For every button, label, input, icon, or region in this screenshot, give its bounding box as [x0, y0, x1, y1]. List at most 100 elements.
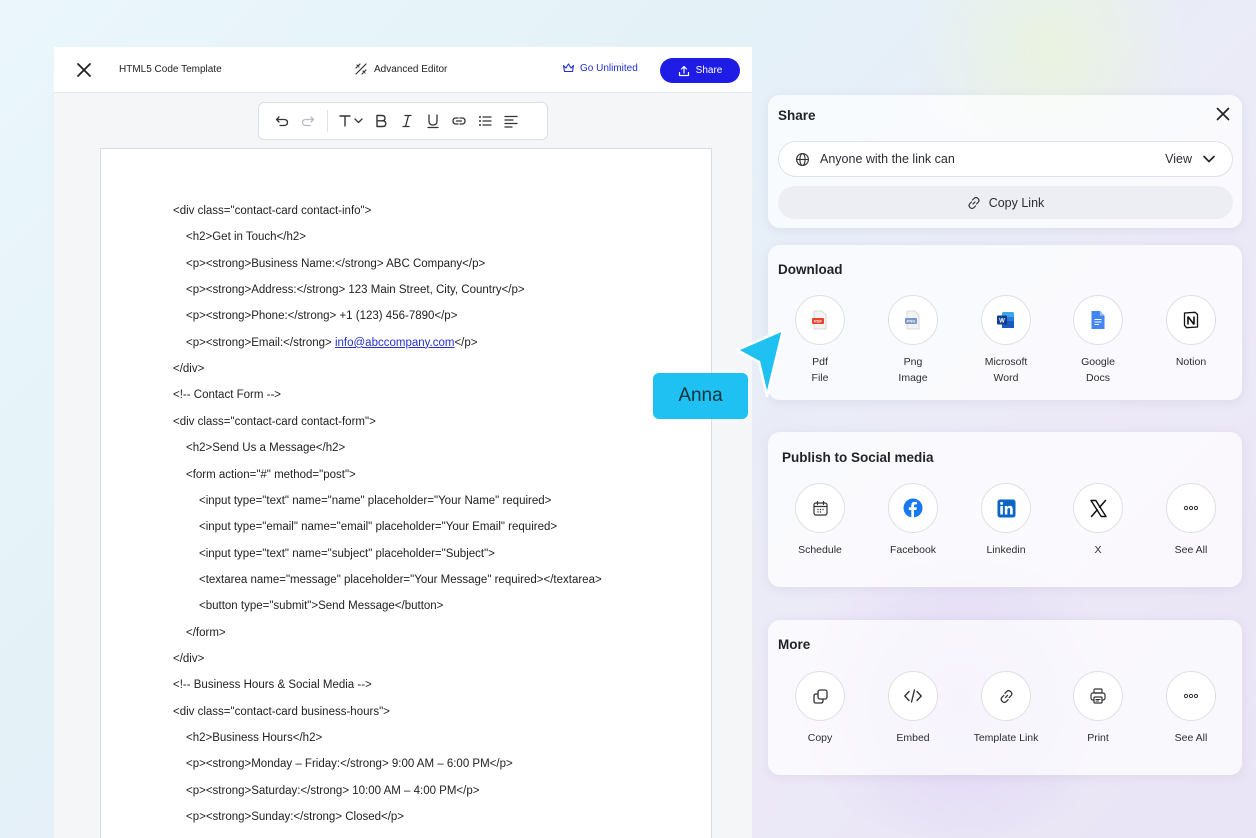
advanced-editor-label: Advanced Editor	[374, 63, 448, 75]
access-level-select[interactable]: View	[1165, 152, 1216, 166]
facebook-button[interactable]	[888, 483, 938, 533]
close-icon[interactable]	[74, 60, 94, 80]
more-template-link-option[interactable]: Template Link	[966, 671, 1046, 746]
redo-button[interactable]	[295, 108, 321, 134]
code-line: <p><strong>Address:</strong> 123 Main St…	[186, 284, 525, 296]
document-page[interactable]: <div class="contact-card contact-info"> <…	[100, 148, 712, 838]
bullet-list-button[interactable]	[472, 108, 498, 134]
print-button[interactable]	[1073, 671, 1123, 721]
social-facebook-option[interactable]: Facebook	[873, 483, 953, 558]
link-icon	[452, 117, 466, 125]
code-text: </form>	[186, 626, 226, 639]
linkedin-icon	[997, 499, 1015, 517]
align-button[interactable]	[498, 108, 524, 134]
link-access-dropdown[interactable]: Anyone with the link can View	[778, 141, 1233, 177]
download-word-option[interactable]: W Microsoft Word	[966, 295, 1046, 386]
social-linkedin-option[interactable]: Linkedin	[966, 483, 1046, 558]
more-see-all-button[interactable]	[1166, 671, 1216, 721]
code-line: <button type="submit">Send Message</butt…	[199, 600, 443, 612]
more-print-option[interactable]: Print	[1058, 671, 1138, 746]
download-google-docs-button[interactable]	[1073, 295, 1123, 345]
download-panel-title: Download	[778, 262, 843, 277]
download-option-line2: Image	[898, 372, 928, 384]
underline-icon	[427, 114, 439, 129]
underline-button[interactable]	[420, 108, 446, 134]
more-option-label: Embed	[896, 732, 930, 744]
code-text: <p><strong>Address:</strong> 123 Main St…	[186, 284, 525, 297]
copy-button[interactable]	[795, 671, 845, 721]
collaborator-name-badge: Anna	[653, 373, 748, 419]
code-text: </div>	[173, 363, 205, 376]
share-panel: Share Anyone with the link can View Copy…	[768, 95, 1242, 228]
code-line: </div>	[173, 363, 204, 375]
code-line: <form action="#" method="post">	[186, 469, 356, 481]
google-docs-icon	[1091, 311, 1105, 329]
svg-text:W: W	[999, 319, 1005, 325]
x-button[interactable]	[1073, 483, 1123, 533]
code-line: <input type="text" name="subject" placeh…	[199, 548, 495, 560]
more-see-all-option[interactable]: See All	[1151, 671, 1231, 746]
download-option-line2: Docs	[1086, 372, 1110, 384]
link-icon	[1000, 689, 1012, 703]
go-unlimited-button[interactable]: Go Unlimited	[562, 62, 638, 74]
email-link[interactable]: info@abccompany.com	[335, 337, 455, 349]
close-icon[interactable]	[1214, 105, 1232, 123]
code-text: <p><strong>Sunday:</strong> Closed</p>	[186, 811, 405, 824]
more-panel-title: More	[778, 637, 811, 652]
download-option-line1: Microsoft	[984, 356, 1028, 368]
formatting-toolbar	[258, 102, 548, 140]
code-text: <div class="contact-card business-hours"…	[173, 705, 390, 718]
advanced-editor-button[interactable]: Advanced Editor	[354, 62, 447, 76]
italic-button[interactable]	[394, 108, 420, 134]
copy-link-button[interactable]: Copy Link	[778, 186, 1233, 219]
download-notion-option[interactable]: Notion	[1151, 295, 1231, 370]
code-line: <!-- Business Hours & Social Media -->	[173, 679, 372, 691]
more-copy-option[interactable]: Copy	[780, 671, 860, 746]
embed-button[interactable]	[888, 671, 938, 721]
code-text: <!-- Contact Form -->	[173, 389, 281, 402]
code-line: <h2>Send Us a Message</h2>	[186, 442, 345, 454]
social-schedule-option[interactable]: Schedule	[780, 483, 860, 558]
schedule-button[interactable]	[795, 483, 845, 533]
text-style-dropdown[interactable]	[334, 108, 368, 134]
printer-icon	[1090, 688, 1106, 704]
social-see-all-option[interactable]: See All	[1151, 483, 1231, 558]
template-link-button[interactable]	[981, 671, 1031, 721]
download-png-button[interactable]: PNG	[888, 295, 938, 345]
social-x-option[interactable]: X	[1058, 483, 1138, 558]
code-line: <input type="email" name="email" placeho…	[199, 521, 557, 533]
embed-code-icon	[904, 689, 922, 703]
code-line: <div class="contact-card contact-form">	[173, 416, 376, 428]
code-line: <textarea name="message" placeholder="Yo…	[199, 574, 602, 586]
code-line: <p><strong>Saturday:</strong> 10:00 AM –…	[186, 785, 479, 797]
download-option-line1: Notion	[1175, 356, 1207, 368]
linkedin-button[interactable]	[981, 483, 1031, 533]
code-text: <p><strong>Phone:</strong> +1 (123) 456-…	[186, 310, 458, 323]
social-see-all-button[interactable]	[1166, 483, 1216, 533]
access-level-value: View	[1165, 152, 1192, 166]
editor-topbar: HTML5 Code Template Advanced Editor Go U…	[54, 47, 752, 93]
download-pdf-option[interactable]: PDF Pdf File	[780, 295, 860, 386]
more-embed-option[interactable]: Embed	[873, 671, 953, 746]
code-text: <h2>Send Us a Message</h2>	[186, 442, 346, 455]
code-line: <!-- Contact Form -->	[173, 389, 281, 401]
download-png-option[interactable]: PNG Png Image	[873, 295, 953, 386]
chevron-down-icon	[1203, 155, 1215, 163]
bold-icon	[376, 114, 387, 128]
insert-link-button[interactable]	[446, 108, 472, 134]
undo-button[interactable]	[269, 108, 295, 134]
more-options: Copy Embed Template Link Print See All	[768, 671, 1242, 771]
code-text: <!-- Business Hours & Social Media -->	[173, 679, 372, 692]
download-notion-button[interactable]	[1166, 295, 1216, 345]
facebook-icon	[903, 498, 923, 518]
share-button-label: Share	[695, 65, 723, 76]
download-word-button[interactable]: W	[981, 295, 1031, 345]
bold-button[interactable]	[368, 108, 394, 134]
share-button[interactable]: Share	[660, 58, 740, 83]
download-option-line2: File	[811, 372, 829, 384]
download-google-docs-option[interactable]: Google Docs	[1058, 295, 1138, 386]
download-pdf-button[interactable]: PDF	[795, 295, 845, 345]
download-option-line2: Word	[993, 372, 1019, 384]
code-line: <div class="contact-card contact-info">	[173, 205, 371, 217]
more-dots-icon	[1183, 505, 1199, 511]
